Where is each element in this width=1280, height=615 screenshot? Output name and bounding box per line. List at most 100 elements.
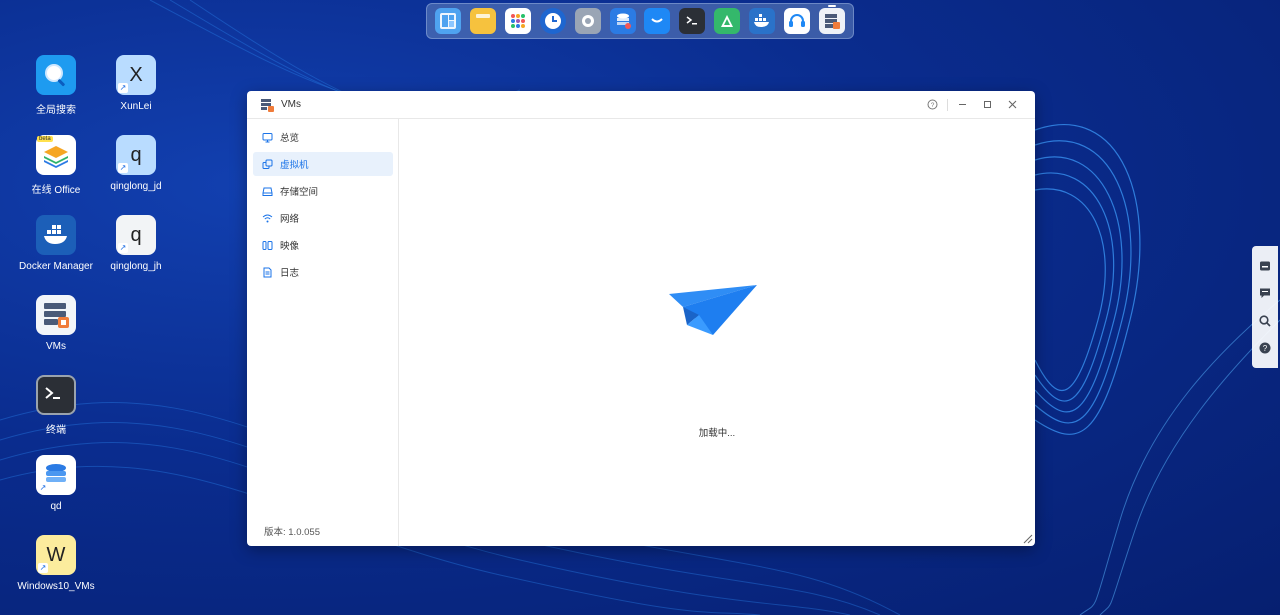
titlebar-divider bbox=[947, 98, 948, 111]
vms-app-icon[interactable] bbox=[818, 5, 845, 34]
desktop-icon-windows10-vms[interactable]: W ↗ Windows10_VMs bbox=[16, 535, 96, 592]
notes-app-icon[interactable] bbox=[469, 8, 496, 34]
desktop-icon-office[interactable]: beta 在线 Office bbox=[16, 135, 96, 196]
store-app-icon[interactable] bbox=[644, 8, 671, 34]
monitor-icon bbox=[261, 131, 273, 143]
icon-letter: q bbox=[130, 223, 142, 246]
terminal-app-icon bbox=[36, 375, 76, 415]
minimize-button[interactable] bbox=[950, 95, 975, 115]
shortcut-arrow-icon: ↗ bbox=[118, 83, 128, 93]
svg-text:?: ? bbox=[931, 102, 935, 109]
letter-app-icon: q ↗ bbox=[116, 215, 156, 255]
docker-manager-icon bbox=[36, 215, 76, 255]
desktop-icon-label: Docker Manager bbox=[19, 261, 93, 272]
shortcut-arrow-icon: ↗ bbox=[38, 563, 48, 573]
settings-app-icon[interactable] bbox=[574, 8, 601, 34]
dashboard-app-icon[interactable] bbox=[435, 8, 461, 34]
document-icon bbox=[261, 266, 273, 278]
desktop-icon-search[interactable]: 全局搜索 bbox=[16, 55, 96, 116]
desktop-icon-label: 在线 Office bbox=[31, 185, 81, 196]
icon-letter: q bbox=[130, 143, 142, 166]
desktop-icon-docker-manager[interactable]: Docker Manager bbox=[16, 215, 96, 272]
vms-app-icon bbox=[36, 295, 76, 335]
float-search-button[interactable] bbox=[1257, 313, 1273, 329]
app-center-icon[interactable] bbox=[504, 8, 531, 34]
support-app-icon[interactable] bbox=[784, 8, 811, 34]
sidebar-item-label: 虚拟机 bbox=[280, 160, 309, 171]
desktop-icon-label: Windows10_VMs bbox=[17, 581, 95, 592]
docker-app-icon[interactable] bbox=[749, 8, 776, 34]
desktop-icon-label: qinglong_jh bbox=[110, 261, 162, 272]
desktop-icon-qinglong-jh[interactable]: q ↗ qinglong_jh bbox=[96, 215, 176, 272]
desktop-icon-label: XunLei bbox=[120, 101, 152, 112]
letter-app-icon: X ↗ bbox=[116, 55, 156, 95]
beta-badge: beta bbox=[37, 136, 53, 142]
shortcut-arrow-icon: ↗ bbox=[118, 163, 128, 173]
search-app-icon bbox=[36, 55, 76, 95]
vms-app-icon bbox=[261, 98, 274, 112]
desktop-icon-label: 终端 bbox=[46, 425, 66, 436]
vms-window: VMs ? 总览 虚拟机 存储空间 网络 映像 日志 版本: 1.0.055 加… bbox=[247, 91, 1035, 546]
window-sidebar: 总览 虚拟机 存储空间 网络 映像 日志 版本: 1.0.055 bbox=[247, 119, 399, 546]
database-app-icon: ↗ bbox=[36, 455, 76, 495]
minimize-icon bbox=[959, 104, 966, 105]
right-float-toolbar: ? bbox=[1252, 246, 1278, 368]
sidebar-item-label: 日志 bbox=[280, 268, 300, 279]
active-indicator bbox=[827, 5, 836, 7]
desktop-icon-xunlei[interactable]: X ↗ XunLei bbox=[96, 55, 176, 112]
sidebar-item-images[interactable]: 映像 bbox=[253, 233, 393, 257]
close-icon bbox=[1008, 100, 1017, 109]
float-widget-button[interactable] bbox=[1257, 258, 1273, 274]
maximize-icon bbox=[984, 101, 991, 108]
shortcut-arrow-icon: ↗ bbox=[38, 483, 48, 493]
svg-text:?: ? bbox=[1263, 344, 1268, 353]
desktop-icon-label: 全局搜索 bbox=[36, 105, 76, 116]
desktop-icon-qinglong-jd[interactable]: q ↗ qinglong_jd bbox=[96, 135, 176, 192]
loading-text: 加载中... bbox=[698, 428, 736, 439]
help-icon: ? bbox=[927, 99, 938, 110]
letter-app-icon: q ↗ bbox=[116, 135, 156, 175]
sidebar-item-vms[interactable]: 虚拟机 bbox=[253, 152, 393, 176]
desktop-icon-qd[interactable]: ↗ qd bbox=[16, 455, 96, 512]
close-button[interactable] bbox=[1000, 95, 1025, 115]
sidebar-item-label: 总览 bbox=[280, 133, 300, 144]
desktop-icon-terminal[interactable]: 终端 bbox=[16, 375, 96, 436]
maximize-button[interactable] bbox=[975, 95, 1000, 115]
message-icon bbox=[1260, 288, 1270, 299]
hard-drive-icon bbox=[261, 185, 273, 197]
sidebar-item-network[interactable]: 网络 bbox=[253, 206, 393, 230]
upload-app-icon[interactable] bbox=[714, 8, 741, 34]
shortcut-arrow-icon: ↗ bbox=[118, 243, 128, 253]
window-title: VMs bbox=[281, 99, 301, 110]
resize-handle-icon[interactable] bbox=[1023, 534, 1033, 544]
float-message-button[interactable] bbox=[1257, 285, 1273, 301]
sidebar-item-label: 存储空间 bbox=[280, 187, 319, 198]
sidebar-item-label: 映像 bbox=[280, 241, 300, 252]
search-icon bbox=[1259, 315, 1271, 327]
office-app-icon: beta bbox=[36, 135, 76, 175]
sidebar-item-storage[interactable]: 存储空间 bbox=[253, 179, 393, 203]
desktop-icon-label: VMs bbox=[46, 341, 66, 352]
help-icon: ? bbox=[1259, 342, 1271, 354]
window-titlebar[interactable]: VMs ? bbox=[247, 91, 1035, 119]
main-content: 加载中... bbox=[399, 119, 1035, 546]
icon-letter: W bbox=[46, 543, 66, 566]
desktop-icon-label: qinglong_jd bbox=[110, 181, 162, 192]
taskbar-dock bbox=[426, 3, 854, 39]
sidebar-item-label: 网络 bbox=[280, 214, 300, 225]
widget-icon bbox=[1260, 261, 1270, 271]
sidebar-item-logs[interactable]: 日志 bbox=[253, 260, 393, 284]
disc-image-icon bbox=[261, 239, 273, 251]
help-button[interactable]: ? bbox=[920, 95, 945, 115]
letter-app-icon: W ↗ bbox=[36, 535, 76, 575]
clock-app-icon[interactable] bbox=[539, 8, 566, 34]
copy-windows-icon bbox=[261, 158, 273, 170]
database-app-icon[interactable] bbox=[609, 8, 636, 34]
wifi-icon bbox=[261, 212, 273, 224]
terminal-app-icon[interactable] bbox=[679, 8, 706, 34]
sidebar-item-overview[interactable]: 总览 bbox=[253, 125, 393, 149]
version-label: 版本: 1.0.055 bbox=[264, 527, 320, 538]
float-help-button[interactable]: ? bbox=[1257, 340, 1273, 356]
desktop-icon-vms[interactable]: VMs bbox=[16, 295, 96, 352]
paper-plane-icon bbox=[669, 285, 757, 335]
